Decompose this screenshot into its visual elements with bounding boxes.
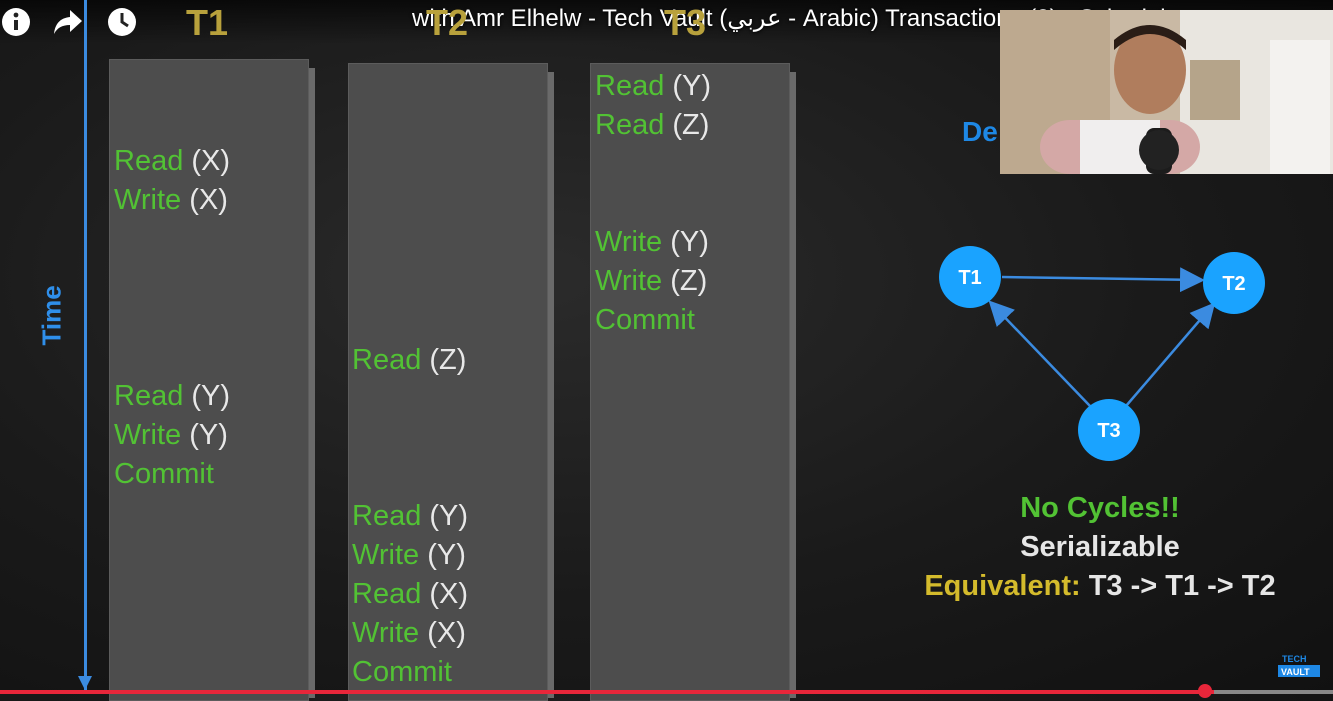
webcam-overlay	[1000, 10, 1333, 174]
t3-op-1: Read (Y)	[595, 70, 712, 102]
column-header-t1: T1	[186, 2, 229, 43]
t3-op-4: Write (Z)	[595, 265, 708, 297]
edge-t1-t2	[1001, 267, 1205, 293]
progress-bar[interactable]	[0, 690, 1333, 694]
svg-text:VAULT: VAULT	[1281, 667, 1310, 677]
column-shadow	[790, 72, 796, 698]
edge-t3-t1	[988, 300, 1091, 407]
equivalent-value: T3 -> T1 -> T2	[1088, 570, 1276, 602]
svg-text:T1: T1	[958, 267, 981, 289]
t3-op-3: Write (Y)	[595, 226, 709, 258]
serializable-text: Serializable	[1020, 531, 1180, 563]
t1-op-3: Read (Y)	[114, 380, 231, 412]
svg-text:T3: T3	[1097, 420, 1120, 442]
svg-text:T2: T2	[1222, 273, 1245, 295]
t2-op-2: Read (Y)	[352, 500, 469, 532]
t1-op-2: Write (X)	[114, 184, 228, 216]
progress-bar-remaining[interactable]	[1214, 690, 1333, 694]
column-header-t3: T3	[664, 2, 707, 43]
t1-op-4: Write (Y)	[114, 419, 228, 451]
t2-op-1: Read (Z)	[352, 344, 467, 376]
progress-scrubber-handle[interactable]	[1198, 684, 1212, 698]
tech-vault-logo: TECH VAULT	[1278, 654, 1320, 677]
time-axis	[84, 0, 87, 690]
t3-op-2: Read (Z)	[595, 109, 710, 141]
watch-later-icon[interactable]	[106, 4, 138, 36]
svg-text:TECH: TECH	[1282, 654, 1307, 664]
precedence-graph: T1 T2 T3	[939, 246, 1265, 461]
t2-op-4: Read (X)	[352, 578, 469, 610]
time-arrow-icon	[78, 676, 92, 690]
equivalent-order: Equivalent: T3 -> T1 -> T2	[900, 570, 1300, 603]
column-shadow	[309, 68, 315, 698]
graph-node-t3: T3	[1078, 399, 1140, 461]
t3-op-5: Commit	[595, 304, 695, 336]
partial-heading: De	[962, 116, 998, 147]
share-icon[interactable]	[52, 4, 84, 36]
t1-op-1: Read (X)	[114, 145, 231, 177]
t1-op-5: Commit	[114, 458, 214, 490]
edge-t3-t2	[1125, 302, 1216, 407]
graph-node-t1: T1	[939, 246, 1001, 308]
t2-op-3: Write (Y)	[352, 539, 466, 571]
t2-op-5: Write (X)	[352, 617, 466, 649]
equivalent-label: Equivalent:	[924, 570, 1081, 602]
t2-op-6: Commit	[352, 656, 452, 688]
graph-node-t2: T2	[1203, 252, 1265, 314]
video-player[interactable]: with Amr Elhelw - Tech Vault (عربي - Ara…	[0, 0, 1333, 701]
webcam-presenter-image	[1000, 10, 1333, 174]
transaction-column-t3	[590, 63, 790, 701]
time-label: Time	[36, 285, 67, 346]
column-header-t2: T2	[426, 2, 469, 43]
info-icon[interactable]	[0, 4, 32, 36]
no-cycles-text: No Cycles!!	[1020, 492, 1180, 524]
column-shadow	[548, 72, 554, 698]
